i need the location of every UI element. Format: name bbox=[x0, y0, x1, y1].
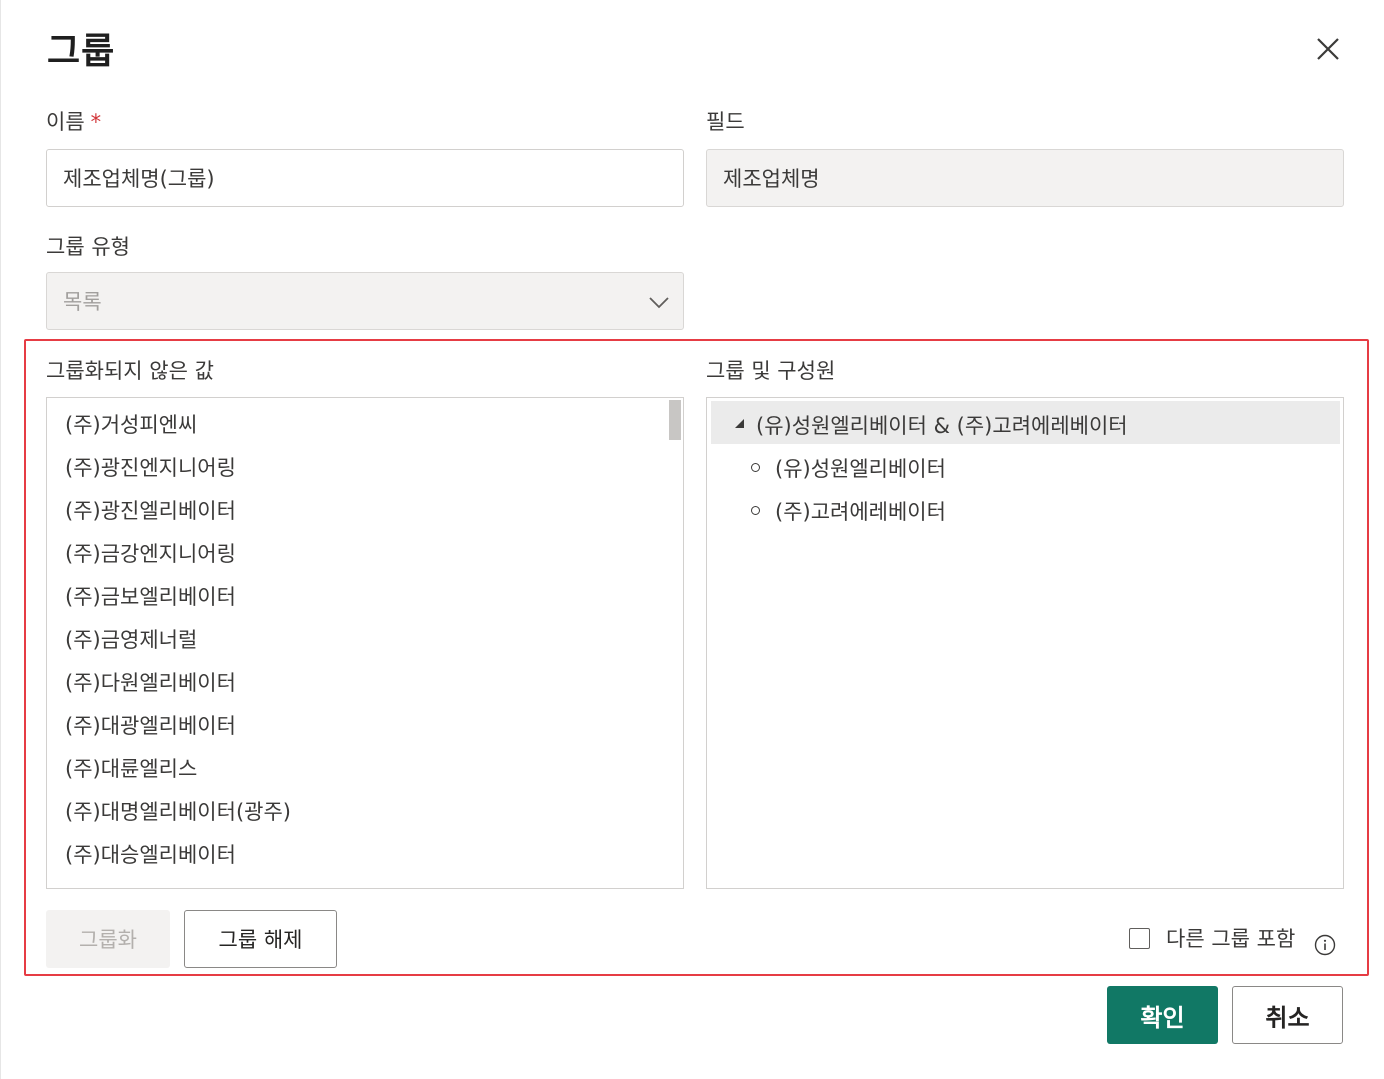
groups-label: 그룹 및 구성원 bbox=[706, 359, 836, 383]
close-button[interactable] bbox=[1311, 32, 1345, 66]
group-dialog: 그룹 이름 * 제조업체명(그룹) 필드 제조업체명 그룹 유형 목록 그룹화되지… bbox=[0, 0, 1384, 1079]
cancel-button[interactable]: 취소 bbox=[1232, 986, 1343, 1044]
groups-members-tree[interactable]: (유)성원엘리베이터 & (주)고려에레베이터 (유)성원엘리베이터 (주)고려… bbox=[706, 397, 1344, 889]
group-button[interactable]: 그룹화 bbox=[46, 910, 170, 968]
close-icon bbox=[1317, 38, 1339, 60]
list-item[interactable]: (주)금영제너럴 bbox=[65, 624, 197, 654]
tree-group-row[interactable]: (유)성원엘리베이터 & (주)고려에레베이터 bbox=[711, 401, 1340, 444]
list-item[interactable]: (주)다원엘리베이터 bbox=[65, 667, 236, 697]
field-input: 제조업체명 bbox=[706, 149, 1344, 207]
scrollbar-thumb[interactable] bbox=[669, 400, 681, 440]
name-label-text: 이름 bbox=[46, 110, 85, 134]
tree-group-name: (유)성원엘리베이터 & (주)고려에레베이터 bbox=[756, 414, 1128, 438]
group-type-value: 목록 bbox=[63, 290, 102, 314]
ungrouped-label: 그룹화되지 않은 값 bbox=[46, 359, 214, 383]
name-input[interactable]: 제조업체명(그룹) bbox=[46, 149, 684, 207]
list-item[interactable]: (주)광진엔지니어링 bbox=[65, 452, 236, 482]
ungrouped-values-list[interactable]: (주)거성피엔씨 (주)광진엔지니어링 (주)광진엘리베이터 (주)금강엔지니어… bbox=[46, 397, 684, 889]
include-other-groups-checkbox[interactable] bbox=[1129, 928, 1150, 949]
name-label: 이름 * bbox=[46, 106, 101, 136]
tree-member[interactable]: (유)성원엘리베이터 bbox=[775, 453, 946, 483]
list-item[interactable]: (주)대륜엘리스 bbox=[65, 753, 197, 783]
group-type-label: 그룹 유형 bbox=[46, 235, 130, 259]
info-icon[interactable] bbox=[1314, 934, 1336, 956]
group-type-select[interactable]: 목록 bbox=[46, 272, 684, 330]
list-item[interactable]: (주)금강엔지니어링 bbox=[65, 538, 236, 568]
chevron-down-icon bbox=[649, 297, 669, 309]
ok-button[interactable]: 확인 bbox=[1107, 986, 1218, 1044]
field-label: 필드 bbox=[706, 110, 745, 134]
bullet-icon bbox=[751, 506, 760, 515]
list-item[interactable]: (주)대광엘리베이터 bbox=[65, 710, 236, 740]
required-mark: * bbox=[90, 110, 102, 134]
caret-collapse-icon[interactable] bbox=[733, 417, 745, 429]
list-item[interactable]: (주)금보엘리베이터 bbox=[65, 581, 236, 611]
list-item[interactable]: (주)광진엘리베이터 bbox=[65, 495, 236, 525]
dialog-title: 그룹 bbox=[47, 31, 116, 72]
include-other-groups-label: 다른 그룹 포함 bbox=[1166, 927, 1296, 951]
list-item[interactable]: (주)거성피엔씨 bbox=[65, 409, 197, 439]
bullet-icon bbox=[751, 463, 760, 472]
tree-member[interactable]: (주)고려에레베이터 bbox=[775, 496, 946, 526]
list-item[interactable]: (주)대승엘리베이터 bbox=[65, 839, 236, 869]
scrollbar[interactable] bbox=[667, 398, 683, 888]
list-item[interactable]: (주)대명엘리베이터(광주) bbox=[65, 796, 291, 826]
ungroup-button[interactable]: 그룹 해제 bbox=[184, 910, 337, 968]
